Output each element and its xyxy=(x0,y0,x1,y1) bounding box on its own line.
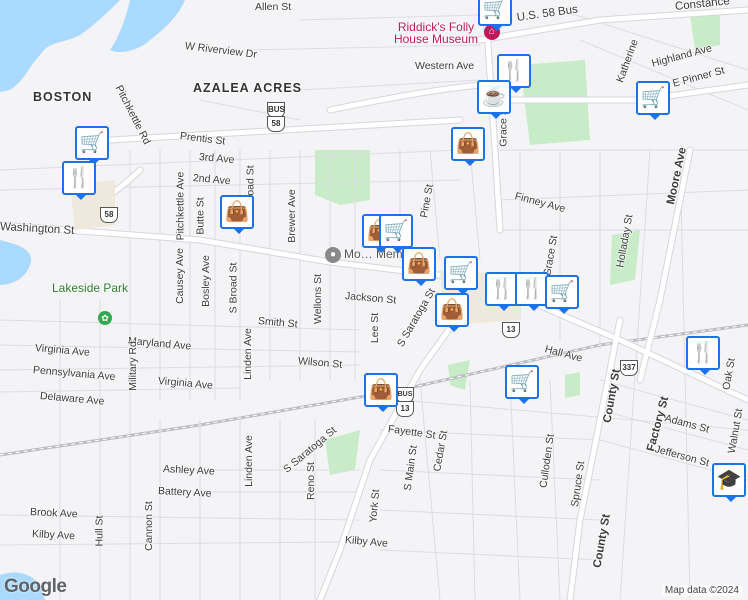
street-label: Military Rd xyxy=(126,341,139,391)
street-label: Brewer Ave xyxy=(285,189,298,243)
street-label: S Broad St xyxy=(227,262,240,314)
street-label: Pitchkettle Ave xyxy=(174,171,187,241)
street-label: Hull St xyxy=(93,515,106,547)
landmark-icon[interactable]: ● xyxy=(325,247,341,263)
school-icon[interactable]: 🎓 xyxy=(712,463,746,502)
street-label: Causey Ave xyxy=(173,248,186,304)
shopping-cart-icon[interactable]: 🛒 xyxy=(478,0,512,31)
street-label: Wellons St xyxy=(312,274,324,324)
street-label: Butte St xyxy=(194,197,207,235)
coffee-icon[interactable]: ☕ xyxy=(477,80,511,119)
shopping-cart-icon[interactable]: 🛒 xyxy=(505,365,539,404)
shopping-cart-icon[interactable]: 🛒 xyxy=(545,275,579,314)
route-shield: 58 xyxy=(267,116,285,132)
shopping-bag-icon[interactable]: 👜 xyxy=(435,293,469,332)
street-label: Lee St xyxy=(369,312,382,344)
street-label: Linden Ave xyxy=(242,435,255,487)
route-shield: 337 xyxy=(620,360,638,376)
park-label-lakeside-park[interactable]: Lakeside Park xyxy=(52,282,128,294)
restaurant-icon[interactable]: 🍴 xyxy=(485,272,519,311)
area-label-azalea-acres: AZALEA ACRES xyxy=(193,81,302,95)
area-label-boston: BOSTON xyxy=(33,90,93,104)
route-shield: 13 xyxy=(502,322,520,338)
restaurant-icon[interactable]: 🍴 xyxy=(686,336,720,375)
shopping-cart-icon[interactable]: 🛒 xyxy=(379,214,413,253)
restaurant-icon[interactable]: 🍴 xyxy=(515,272,549,311)
poi-label-riddicks-folly[interactable]: Riddick's Folly House Museum xyxy=(381,21,491,45)
street-label: Bosley Ave xyxy=(199,255,212,307)
poi-name-text: Riddick's Folly House Museum xyxy=(393,20,479,46)
route-shield: 13 xyxy=(396,401,414,417)
street-label: Allen St xyxy=(255,1,292,13)
street-label: Kilby Ave xyxy=(31,528,76,543)
shopping-bag-icon[interactable]: 👜 xyxy=(451,127,485,166)
street-label: Linden Ave xyxy=(241,328,254,380)
street-label: Cannon St xyxy=(142,501,155,551)
map-attribution[interactable]: Map data ©2024 xyxy=(661,585,742,596)
shopping-bag-icon[interactable]: 👜 xyxy=(364,373,398,412)
street-label: Western Ave xyxy=(415,60,475,72)
street-label: Brook Ave xyxy=(29,506,78,521)
shopping-cart-icon[interactable]: 🛒 xyxy=(75,126,109,165)
route-shield: 58 xyxy=(100,207,118,223)
google-logo: Google xyxy=(4,576,67,597)
shopping-cart-icon[interactable]: 🛒 xyxy=(444,256,478,295)
shopping-bag-icon[interactable]: 👜 xyxy=(220,195,254,234)
shopping-bag-icon[interactable]: 👜 xyxy=(402,247,436,286)
street-label: Reno St xyxy=(304,462,317,500)
shopping-cart-icon[interactable]: 🛒 xyxy=(636,81,670,120)
restaurant-icon[interactable]: 🍴 xyxy=(62,161,96,200)
park-icon[interactable]: ✿ xyxy=(98,311,112,325)
map-canvas[interactable]: BOSTON AZALEA ACRES Lakeside Park ✿ Ridd… xyxy=(0,0,748,600)
